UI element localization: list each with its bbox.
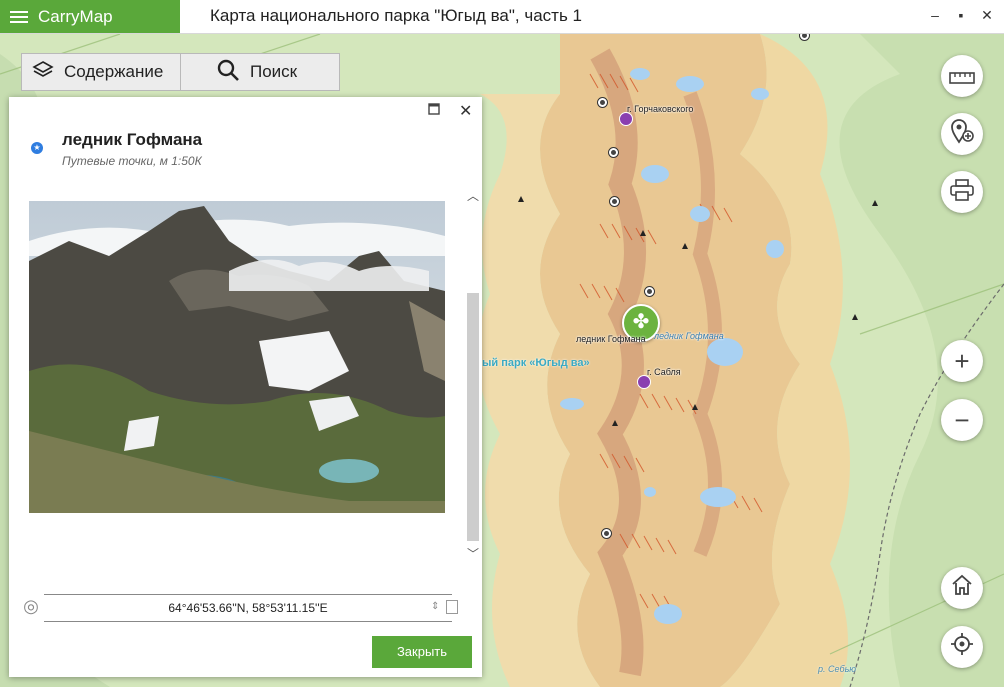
poi-marker[interactable] bbox=[597, 97, 608, 108]
plus-icon: + bbox=[954, 345, 970, 376]
map-label-park: ый парк «Югыд ва» bbox=[482, 357, 590, 369]
waypoint-icon: ★ bbox=[31, 142, 43, 154]
maximize-button[interactable]: ▪ bbox=[950, 4, 972, 26]
contents-label: Содержание bbox=[64, 62, 164, 81]
waypoint-subtitle: Путевые точки, м 1:50К bbox=[62, 154, 202, 168]
close-panel-icon[interactable]: ✕ bbox=[459, 101, 477, 120]
search-icon bbox=[216, 58, 240, 87]
layers-icon bbox=[32, 59, 54, 86]
map-label-peak: г. Сабля bbox=[647, 367, 681, 377]
close-button[interactable]: Закрыть bbox=[372, 636, 472, 668]
peak-icon[interactable] bbox=[619, 112, 633, 126]
maximize-panel-icon[interactable] bbox=[428, 103, 444, 119]
close-window-button[interactable]: ✕ bbox=[976, 4, 998, 26]
printer-icon bbox=[950, 177, 974, 208]
home-icon bbox=[950, 573, 974, 604]
waypoint-panel: ✕ ★ ледник Гофмана Путевые точки, м 1:50… bbox=[9, 97, 482, 677]
home-button[interactable] bbox=[941, 567, 983, 609]
peak-icon[interactable] bbox=[637, 375, 651, 389]
hamburger-icon[interactable] bbox=[10, 8, 28, 26]
locate-button[interactable] bbox=[941, 626, 983, 668]
app-brand: CarryMap bbox=[0, 0, 180, 33]
poi-marker[interactable] bbox=[608, 147, 619, 158]
search-button[interactable]: Поиск bbox=[180, 53, 340, 91]
map-label-glacier: ледник Гофмана bbox=[654, 331, 724, 341]
panel-scrollbar[interactable]: ︿ ﹀ bbox=[466, 175, 480, 567]
scroll-thumb[interactable] bbox=[467, 293, 479, 541]
add-location-button[interactable] bbox=[941, 113, 983, 155]
app-name: CarryMap bbox=[38, 6, 113, 26]
poi-marker[interactable] bbox=[644, 286, 655, 297]
add-location-icon bbox=[950, 118, 974, 151]
waypoint-title: ледник Гофмана bbox=[62, 130, 203, 149]
minus-icon: − bbox=[954, 404, 970, 435]
zoom-in-button[interactable]: + bbox=[941, 340, 983, 382]
window-title: Карта национального парка "Югыд ва", час… bbox=[210, 6, 582, 25]
coordinates-row: ◎ 64°46'53.66''N, 58°53'11.15''E ⇕ bbox=[21, 594, 471, 622]
minimize-button[interactable]: – bbox=[924, 4, 946, 26]
map-label-peak: г. Горчаковского bbox=[627, 104, 694, 114]
zoom-out-button[interactable]: − bbox=[941, 399, 983, 441]
scroll-up-icon[interactable]: ︿ bbox=[466, 187, 480, 203]
print-button[interactable] bbox=[941, 171, 983, 213]
ruler-button[interactable] bbox=[941, 55, 983, 97]
map-label-glacier: ледник Гофмана bbox=[576, 334, 646, 344]
crosshair-icon bbox=[950, 632, 974, 663]
copy-icon[interactable] bbox=[446, 600, 458, 614]
waypoint-photo bbox=[29, 201, 445, 513]
poi-marker[interactable] bbox=[601, 528, 612, 539]
title-bar: CarryMap Карта национального парка "Югыд… bbox=[0, 0, 1004, 34]
target-icon[interactable]: ◎ bbox=[21, 596, 41, 616]
search-label: Поиск bbox=[250, 62, 298, 81]
poi-marker[interactable] bbox=[609, 196, 620, 207]
ruler-icon bbox=[949, 61, 975, 92]
coordinates-field[interactable]: 64°46'53.66''N, 58°53'11.15''E bbox=[44, 594, 452, 622]
contents-button[interactable]: Содержание bbox=[21, 53, 181, 91]
map-label-river: р. Себью bbox=[818, 664, 857, 674]
format-switch-icon[interactable]: ⇕ bbox=[431, 594, 445, 620]
scroll-down-icon[interactable]: ﹀ bbox=[466, 545, 480, 561]
